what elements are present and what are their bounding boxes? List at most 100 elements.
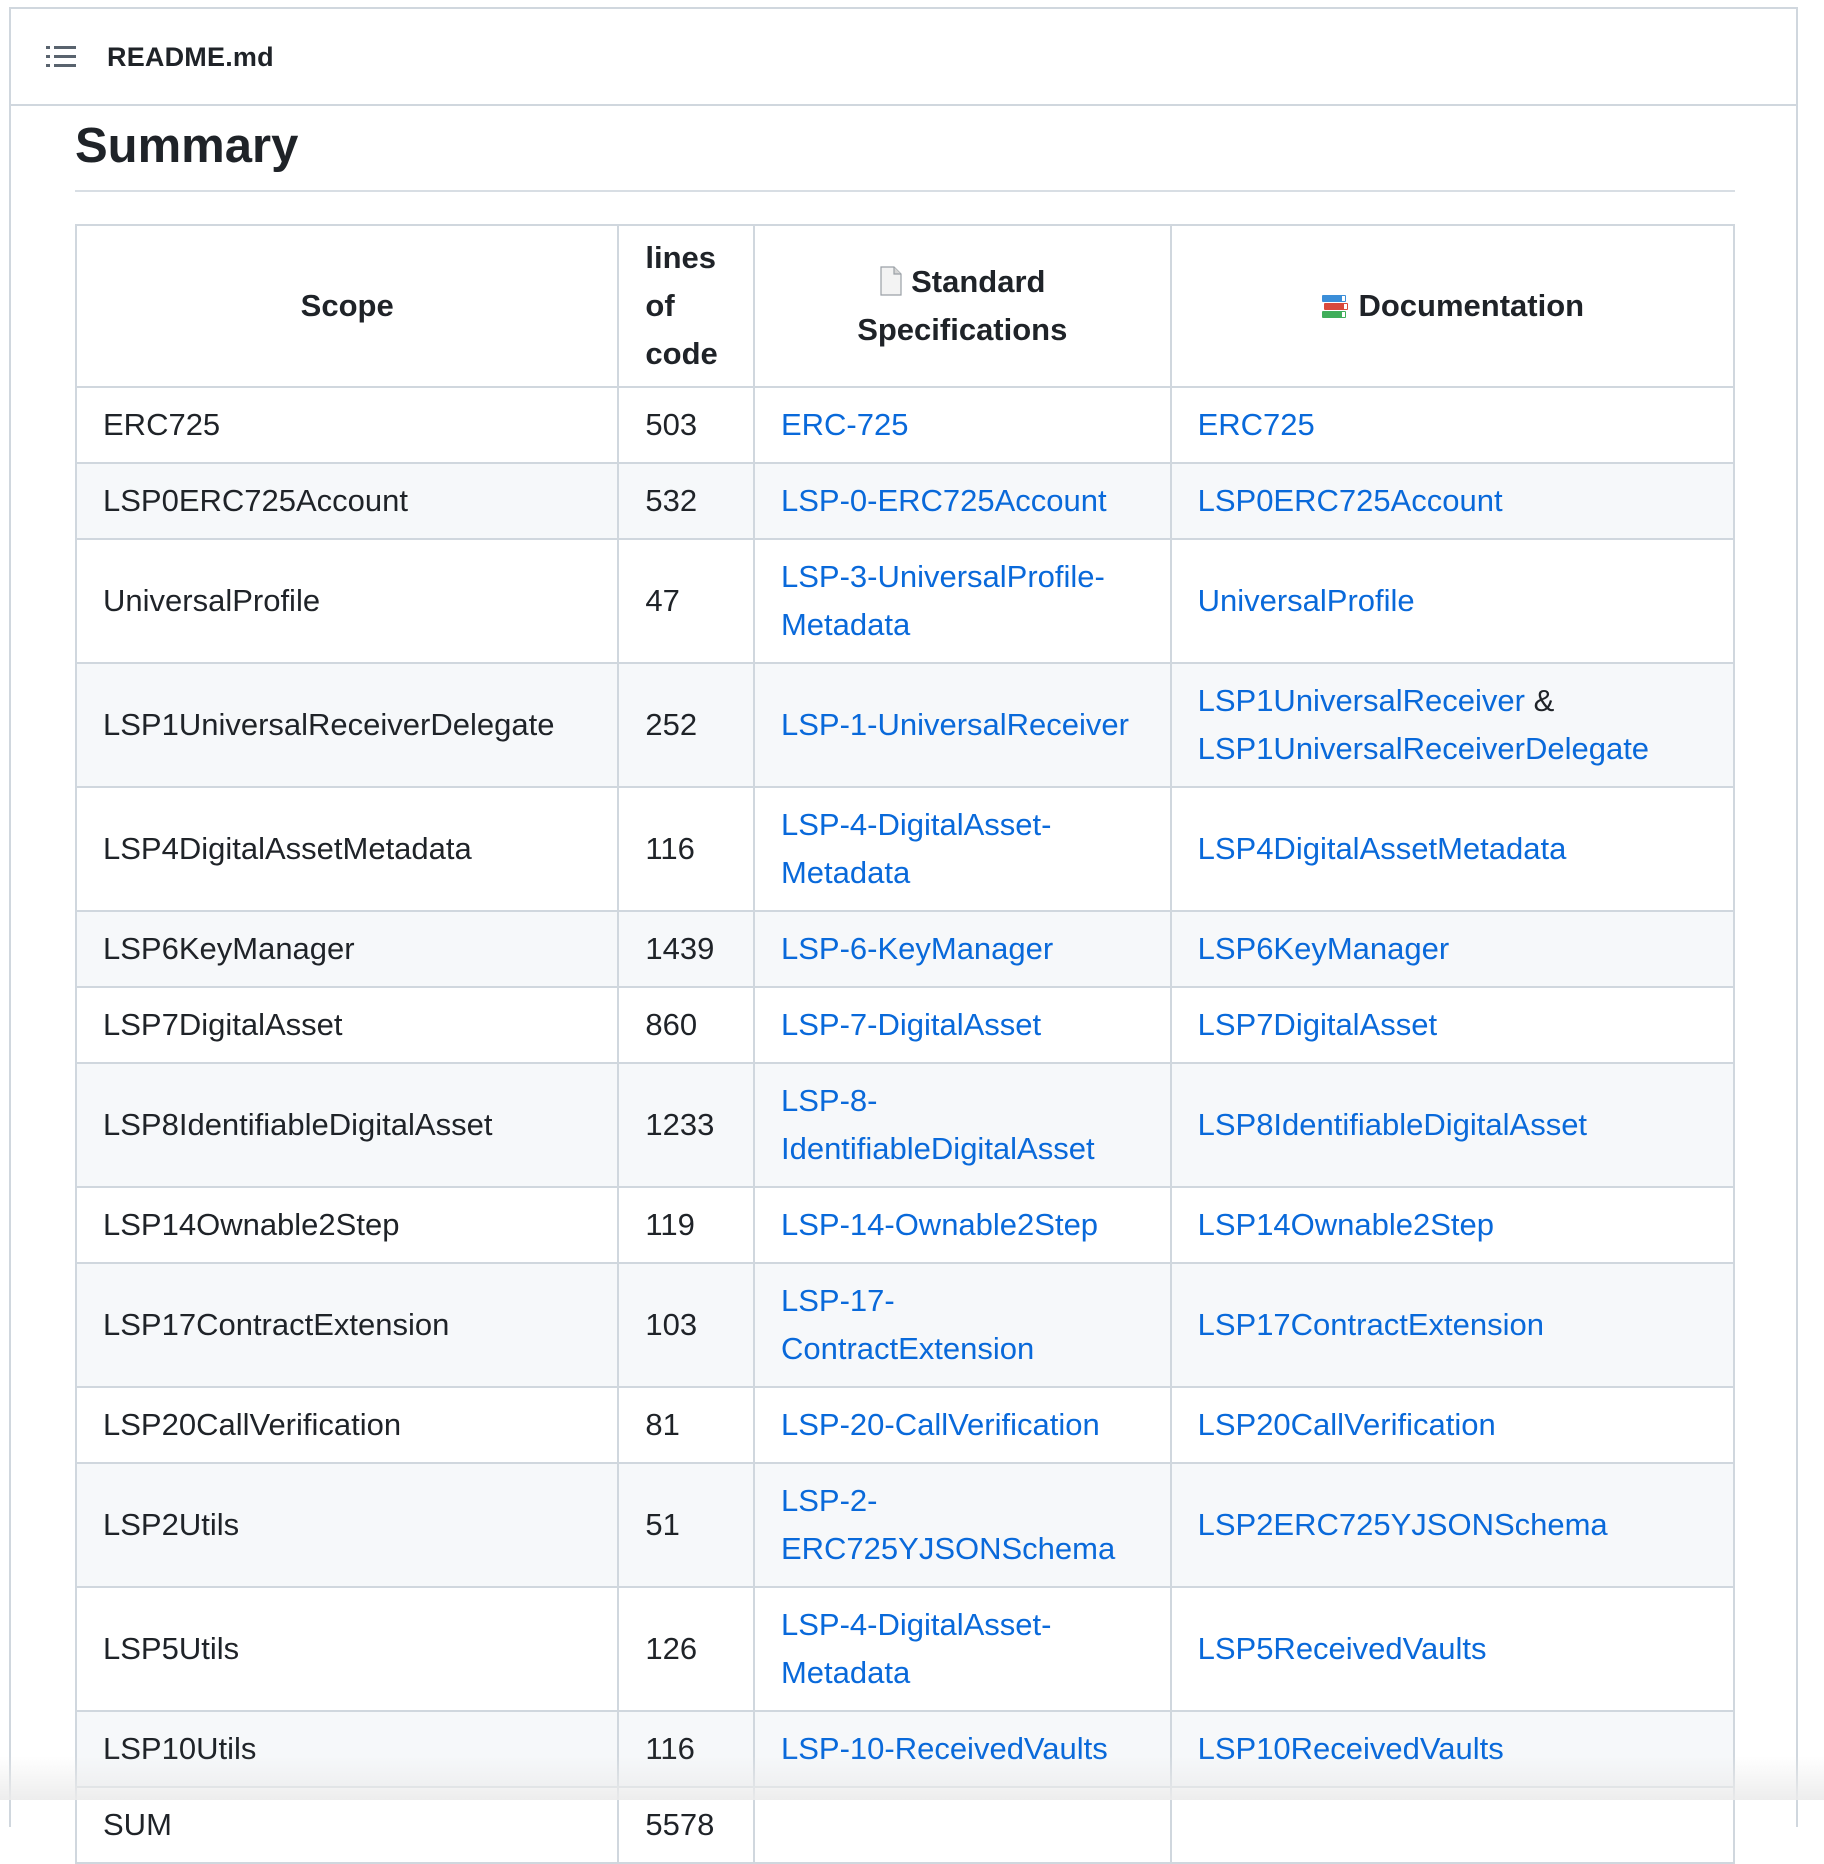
spec-link[interactable]: LSP-2-ERC725YJSONSchema (781, 1483, 1115, 1566)
lines-cell: 532 (617, 462, 755, 541)
column-header-scope: Scope (74, 224, 620, 389)
scope-cell: LSP20CallVerification (74, 1386, 620, 1465)
doc-link[interactable]: LSP1UniversalReceiver (1198, 683, 1525, 718)
spec-link[interactable]: ERC-725 (781, 407, 909, 442)
doc-link[interactable]: LSP8IdentifiableDigitalAsset (1198, 1107, 1587, 1142)
scope-cell: LSP0ERC725Account (74, 462, 620, 541)
doc-link[interactable]: LSP4DigitalAssetMetadata (1198, 831, 1567, 866)
table-row: LSP17ContractExtension 103 LSP-17-Contra… (74, 1262, 1736, 1389)
spec-link[interactable]: LSP-8-IdentifiableDigitalAsset (781, 1083, 1095, 1166)
scope-cell: UniversalProfile (74, 538, 620, 665)
spec-cell: LSP-0-ERC725Account (752, 462, 1172, 541)
lines-cell: 503 (617, 386, 755, 465)
spec-cell: LSP-3-UniversalProfile-Metadata (752, 538, 1172, 665)
lines-cell: 119 (617, 1186, 755, 1265)
summary-heading: Summary (75, 118, 1735, 193)
doc-cell (1169, 1786, 1736, 1864)
lines-cell: 116 (617, 1710, 755, 1789)
column-header-lines: lines of code (617, 224, 755, 389)
summary-table: Scope lines of code Standard Specificati… (74, 224, 1736, 1864)
doc-link[interactable]: LSP20CallVerification (1198, 1407, 1496, 1442)
doc-cell: LSP14Ownable2Step (1169, 1186, 1736, 1265)
spec-link[interactable]: LSP-10-ReceivedVaults (781, 1731, 1108, 1766)
doc-cell: LSP7DigitalAsset (1169, 986, 1736, 1065)
list-icon[interactable] (44, 44, 78, 70)
spec-cell: LSP-6-KeyManager (752, 910, 1172, 989)
doc-link[interactable]: LSP14Ownable2Step (1198, 1207, 1494, 1242)
lines-cell: 103 (617, 1262, 755, 1389)
doc-cell: LSP5ReceivedVaults (1169, 1586, 1736, 1713)
scope-cell: LSP4DigitalAssetMetadata (74, 786, 620, 913)
doc-link[interactable]: LSP0ERC725Account (1198, 483, 1503, 518)
spec-link[interactable]: LSP-17-ContractExtension (781, 1283, 1034, 1366)
doc-cell: LSP8IdentifiableDigitalAsset (1169, 1062, 1736, 1189)
doc-separator: & (1524, 683, 1555, 719)
doc-link[interactable]: ERC725 (1198, 407, 1315, 442)
doc-cell: LSP20CallVerification (1169, 1386, 1736, 1465)
scope-cell: LSP7DigitalAsset (74, 986, 620, 1065)
scope-cell: SUM (74, 1786, 620, 1864)
doc-cell: LSP1UniversalReceiver & LSP1UniversalRec… (1169, 662, 1736, 789)
table-row: LSP10Utils 116 LSP-10-ReceivedVaults LSP… (74, 1710, 1736, 1789)
doc-link[interactable]: UniversalProfile (1198, 583, 1415, 618)
doc-cell: LSP0ERC725Account (1169, 462, 1736, 541)
spec-link[interactable]: LSP-14-Ownable2Step (781, 1207, 1098, 1242)
scope-cell: LSP6KeyManager (74, 910, 620, 989)
table-row: LSP6KeyManager 1439 LSP-6-KeyManager LSP… (74, 910, 1736, 989)
spec-cell: LSP-7-DigitalAsset (752, 986, 1172, 1065)
books-emoji (1322, 295, 1349, 319)
doc-link[interactable]: LSP7DigitalAsset (1198, 1007, 1438, 1042)
scope-cell: LSP5Utils (74, 1586, 620, 1713)
spec-cell: LSP-4-DigitalAsset-Metadata (752, 1586, 1172, 1713)
doc-link[interactable]: LSP2ERC725YJSONSchema (1198, 1507, 1608, 1542)
spec-link[interactable]: LSP-20-CallVerification (781, 1407, 1100, 1442)
table-row: LSP0ERC725Account 532 LSP-0-ERC725Accoun… (74, 462, 1736, 541)
doc-link[interactable]: LSP17ContractExtension (1198, 1307, 1544, 1342)
doc-link[interactable]: LSP5ReceivedVaults (1198, 1631, 1487, 1666)
page-facing-up-emoji (880, 266, 902, 296)
lines-cell: 252 (617, 662, 755, 789)
doc-link[interactable]: LSP10ReceivedVaults (1198, 1731, 1504, 1766)
scope-cell: LSP2Utils (74, 1462, 620, 1589)
column-header-spec: Standard Specifications (752, 224, 1172, 389)
scope-cell: ERC725 (74, 386, 620, 465)
lines-cell: 81 (617, 1386, 755, 1465)
spec-link[interactable]: LSP-4-DigitalAsset-Metadata (781, 807, 1051, 890)
file-header: README.md (11, 9, 1796, 106)
table-row-sum: SUM 5578 (74, 1786, 1736, 1864)
lines-cell: 860 (617, 986, 755, 1065)
scope-cell: LSP10Utils (74, 1710, 620, 1789)
lines-cell: 47 (617, 538, 755, 665)
scope-cell: LSP8IdentifiableDigitalAsset (74, 1062, 620, 1189)
spec-link[interactable]: LSP-7-DigitalAsset (781, 1007, 1041, 1042)
scope-cell: LSP17ContractExtension (74, 1262, 620, 1389)
readme-panel: README.md Summary Scope lines of code St… (9, 7, 1798, 1864)
lines-cell: 116 (617, 786, 755, 913)
table-row: LSP14Ownable2Step 119 LSP-14-Ownable2Ste… (74, 1186, 1736, 1265)
spec-link[interactable]: LSP-4-DigitalAsset-Metadata (781, 1607, 1051, 1690)
lines-cell: 51 (617, 1462, 755, 1589)
doc-cell: LSP2ERC725YJSONSchema (1169, 1462, 1736, 1589)
spec-link[interactable]: LSP-3-UniversalProfile-Metadata (781, 559, 1105, 642)
spec-link[interactable]: LSP-0-ERC725Account (781, 483, 1107, 518)
spec-cell: LSP-17-ContractExtension (752, 1262, 1172, 1389)
table-row: LSP7DigitalAsset 860 LSP-7-DigitalAsset … (74, 986, 1736, 1065)
doc-cell: UniversalProfile (1169, 538, 1736, 665)
doc-cell: LSP6KeyManager (1169, 910, 1736, 989)
doc-cell: LSP10ReceivedVaults (1169, 1710, 1736, 1789)
doc-link[interactable]: LSP6KeyManager (1198, 931, 1450, 966)
table-row: LSP1UniversalReceiverDelegate 252 LSP-1-… (74, 662, 1736, 789)
table-row: LSP5Utils 126 LSP-4-DigitalAsset-Metadat… (74, 1586, 1736, 1713)
table-row: LSP4DigitalAssetMetadata 116 LSP-4-Digit… (74, 786, 1736, 913)
spec-cell: LSP-20-CallVerification (752, 1386, 1172, 1465)
scope-cell: LSP1UniversalReceiverDelegate (74, 662, 620, 789)
table-row: UniversalProfile 47 LSP-3-UniversalProfi… (74, 538, 1736, 665)
doc-link-secondary[interactable]: LSP1UniversalReceiverDelegate (1198, 731, 1649, 766)
spec-link[interactable]: LSP-1-UniversalReceiver (781, 707, 1129, 742)
spec-link[interactable]: LSP-6-KeyManager (781, 931, 1053, 966)
scope-cell: LSP14Ownable2Step (74, 1186, 620, 1265)
doc-cell: LSP17ContractExtension (1169, 1262, 1736, 1389)
spec-cell: LSP-14-Ownable2Step (752, 1186, 1172, 1265)
spec-cell: LSP-10-ReceivedVaults (752, 1710, 1172, 1789)
lines-cell: 5578 (617, 1786, 755, 1864)
